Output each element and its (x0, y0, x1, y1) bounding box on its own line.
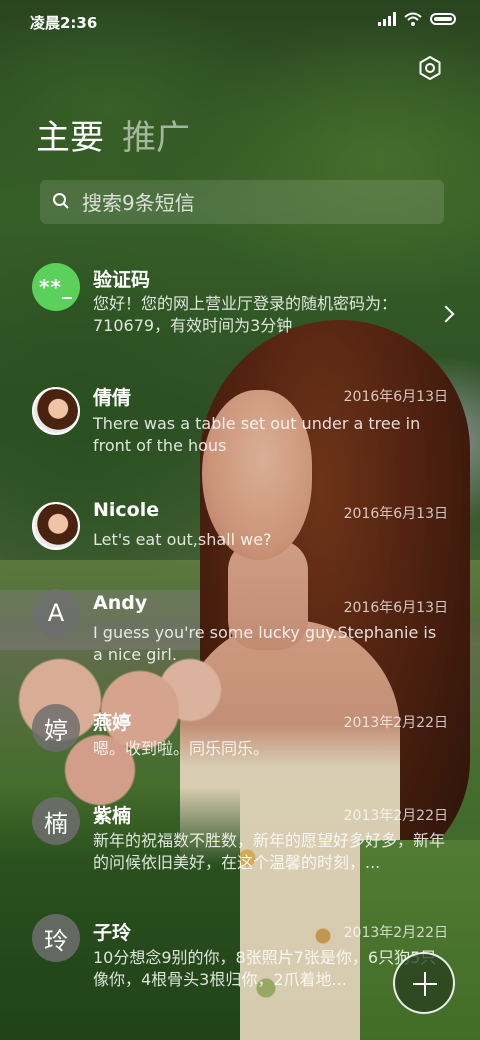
message-preview: 您好！您的网上营业厅登录的随机密码为：710679，有效时间为3分钟 (93, 294, 398, 335)
message-preview: 新年的祝福数不胜数，新年的愿望好多好多，新年的问候依旧美好，在这个温馨的时刻，.… (93, 831, 446, 872)
avatar (32, 502, 80, 550)
wifi-icon (404, 12, 422, 26)
contact-name: 倩倩 (93, 387, 132, 409)
contact-name: Andy (93, 592, 148, 614)
status-bar: 凌晨2:36 (0, 0, 480, 40)
message-date: 2013年2月22日 (343, 808, 448, 824)
avatar: 楠 (32, 797, 80, 845)
message-date: 2016年6月13日 (343, 506, 448, 522)
message-date: 2013年2月22日 (343, 715, 448, 731)
status-time: 凌晨2:36 (30, 14, 98, 32)
conversation-item[interactable]: 楠 紫楠 2013年2月22日 新年的祝福数不胜数，新年的愿望好多好多，新年的问… (0, 797, 480, 897)
battery-icon (430, 13, 456, 25)
message-preview: There was a table set out under a tree i… (93, 414, 421, 455)
new-message-button[interactable] (393, 952, 455, 1014)
contact-name: 子玲 (93, 922, 132, 944)
settings-gear-icon[interactable] (418, 56, 442, 80)
contact-name: 紫楠 (93, 805, 132, 827)
conversation-item[interactable]: 婷 燕婷 2013年2月22日 嗯。收到啦。同乐同乐。 (0, 704, 480, 804)
message-date: 2016年6月13日 (343, 389, 448, 405)
message-preview: Let's eat out,shall we? (93, 530, 272, 549)
message-preview: I guess you're some lucky guy.Stephanie … (93, 623, 437, 664)
conversation-item[interactable]: A Andy 2016年6月13日 I guess you're some lu… (0, 589, 480, 689)
avatar: A (32, 589, 80, 637)
tab-primary[interactable]: 主要 (36, 110, 104, 159)
search-bar[interactable] (40, 180, 444, 224)
contact-name: 燕婷 (93, 712, 132, 734)
conversation-item[interactable]: 倩倩 2016年6月13日 There was a table set out … (0, 378, 480, 478)
conversation-item[interactable]: **_ 验证码 您好！您的网上营业厅登录的随机密码为：710679，有效时间为3… (0, 260, 480, 360)
search-icon (53, 193, 69, 209)
signal-icon (378, 12, 396, 26)
conversation-item[interactable]: Nicole 2016年6月13日 Let's eat out,shall we… (0, 495, 480, 595)
chevron-right-icon[interactable] (437, 305, 455, 323)
avatar: 玲 (32, 914, 80, 962)
search-input[interactable] (80, 188, 434, 218)
tab-bar: 主要 推广 (36, 110, 190, 159)
tab-promotions[interactable]: 推广 (122, 110, 190, 159)
avatar: 婷 (32, 704, 80, 752)
message-preview: 嗯。收到啦。同乐同乐。 (93, 739, 270, 758)
avatar-verification: **_ (32, 263, 80, 311)
message-date: 2016年6月13日 (343, 600, 448, 616)
contact-name: Nicole (93, 499, 160, 521)
contact-name: 验证码 (93, 269, 151, 291)
message-date: 2013年2月22日 (343, 925, 448, 941)
avatar (32, 387, 80, 435)
